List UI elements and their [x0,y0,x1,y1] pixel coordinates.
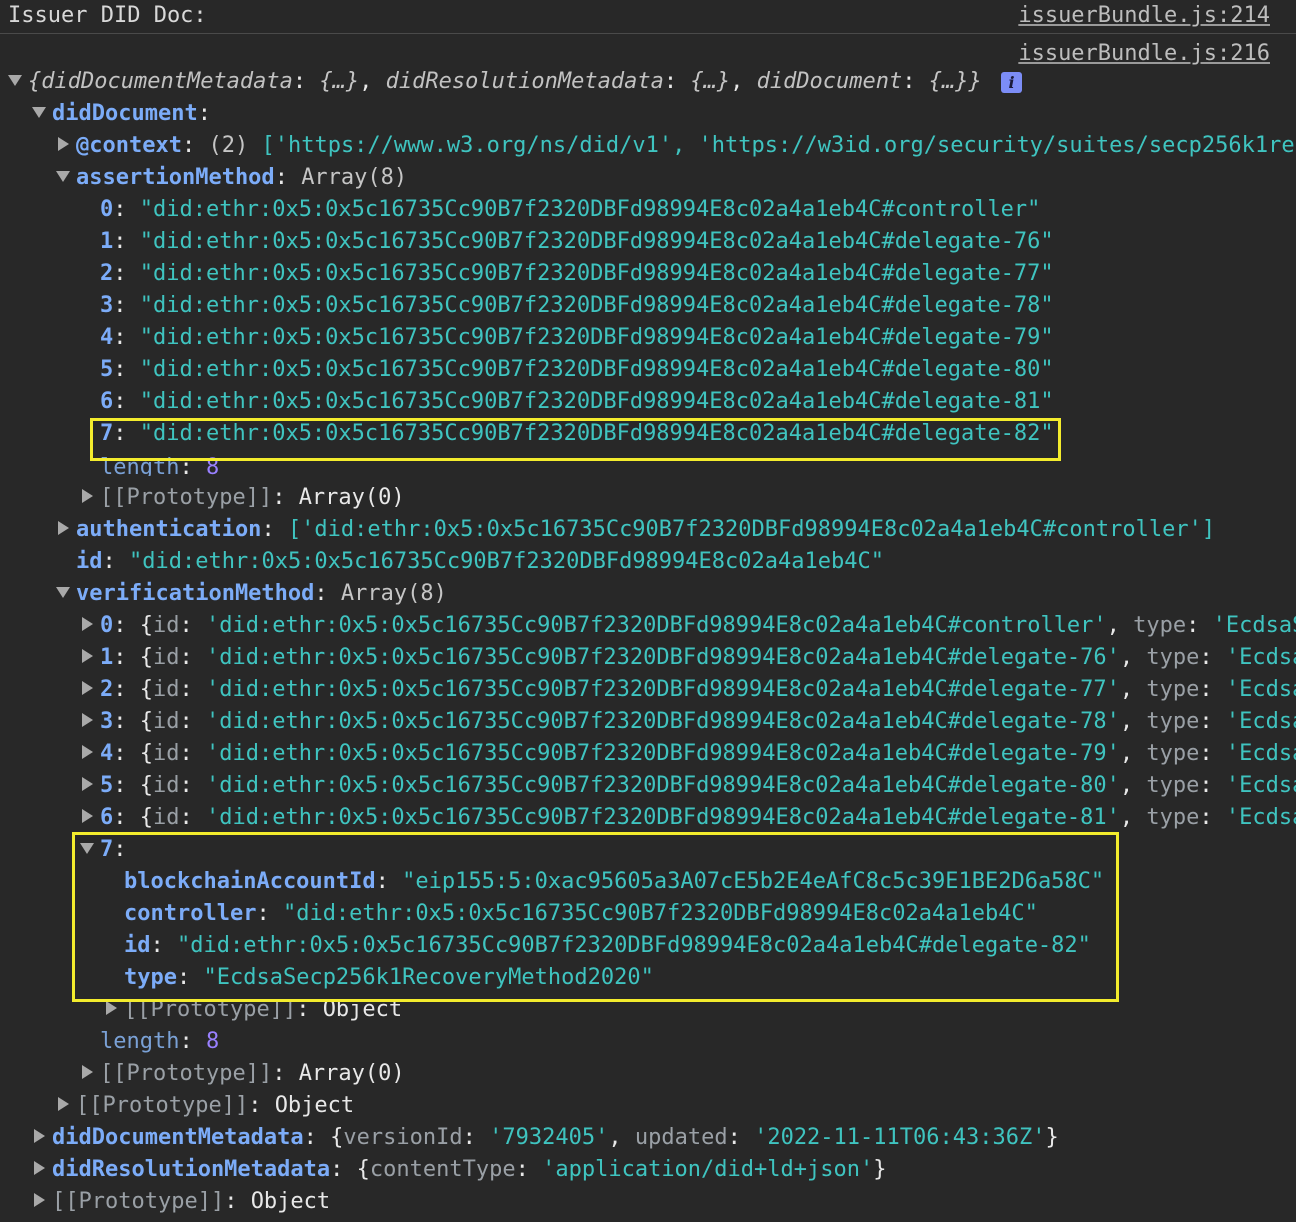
verification-item[interactable]: 2: {id: 'did:ethr:0x5:0x5c16735Cc90B7f23… [0,674,1296,706]
verification-item[interactable]: 6: {id: 'did:ethr:0x5:0x5c16735Cc90B7f23… [0,802,1296,834]
collapse-triangle-icon[interactable] [82,489,93,503]
collapse-triangle-icon[interactable] [82,713,93,727]
expanded-prototype-row[interactable]: [[Prototype]]: Object [0,994,1296,1026]
expand-triangle-icon[interactable] [56,586,70,598]
verification-item[interactable]: 4: {id: 'did:ethr:0x5:0x5c16735Cc90B7f23… [0,738,1296,770]
message-divider [0,33,1296,34]
expand-triangle-icon[interactable] [32,106,46,118]
verification-item-expanded[interactable]: 7: [0,834,1296,866]
collapse-triangle-icon[interactable] [82,777,93,791]
expanded-type-row[interactable]: type: "EcdsaSecp256k1RecoveryMethod2020" [0,962,1296,994]
collapse-triangle-icon[interactable] [82,1065,93,1079]
verification-item[interactable]: 1: {id: 'did:ethr:0x5:0x5c16735Cc90B7f23… [0,642,1296,674]
did-document-metadata-row[interactable]: didDocumentMetadata: {versionId: '793240… [0,1122,1296,1154]
authentication-row[interactable]: authentication: ['did:ethr:0x5:0x5c16735… [0,514,1296,546]
collapse-triangle-icon[interactable] [106,1001,117,1015]
assertion-item[interactable]: 6: "did:ethr:0x5:0x5c16735Cc90B7f2320DBF… [0,386,1296,418]
verification-item[interactable]: 5: {id: 'did:ethr:0x5:0x5c16735Cc90B7f23… [0,770,1296,802]
assertion-item[interactable]: 2: "did:ethr:0x5:0x5c16735Cc90B7f2320DBF… [0,258,1296,290]
collapse-triangle-icon[interactable] [82,617,93,631]
did-document-row[interactable]: didDocument: [0,98,1296,130]
verification-item[interactable]: 3: {id: 'did:ethr:0x5:0x5c16735Cc90B7f23… [0,706,1296,738]
expand-triangle-icon[interactable] [56,170,70,182]
assertion-item[interactable]: 5: "did:ethr:0x5:0x5c16735Cc90B7f2320DBF… [0,354,1296,386]
assertion-item[interactable]: 1: "did:ethr:0x5:0x5c16735Cc90B7f2320DBF… [0,226,1296,258]
root-object-row[interactable]: {didDocumentMetadata: {…}, didResolution… [0,66,1296,98]
verification-method-row[interactable]: verificationMethod: Array(8) [0,578,1296,610]
collapse-triangle-icon[interactable] [82,745,93,759]
did-resolution-metadata-row[interactable]: didResolutionMetadata: {contentType: 'ap… [0,1154,1296,1186]
assertion-method-row[interactable]: assertionMethod: Array(8) [0,162,1296,194]
verification-length-row: length: 8 [100,1029,220,1054]
verification-item[interactable]: 0: {id: 'did:ethr:0x5:0x5c16735Cc90B7f23… [0,610,1296,642]
console-label: Issuer DID Doc: [8,3,207,28]
console-message-header: Issuer DID Doc: issuerBundle.js:214 [0,0,1296,32]
collapse-triangle-icon[interactable] [34,1193,45,1207]
collapse-triangle-icon[interactable] [58,521,69,535]
assertion-prototype-row[interactable]: [[Prototype]]: Array(0) [0,482,1296,514]
blockchain-account-id-row[interactable]: blockchainAccountId: "eip155:5:0xac95605… [0,866,1296,898]
did-document-prototype-row[interactable]: [[Prototype]]: Object [0,1090,1296,1122]
assertion-item[interactable]: 3: "did:ethr:0x5:0x5c16735Cc90B7f2320DBF… [0,290,1296,322]
collapse-triangle-icon[interactable] [34,1129,45,1143]
collapse-triangle-icon[interactable] [58,137,69,151]
expanded-id-row[interactable]: id: "did:ethr:0x5:0x5c16735Cc90B7f2320DB… [0,930,1296,962]
collapse-triangle-icon[interactable] [82,649,93,663]
expand-triangle-icon[interactable] [8,74,22,86]
source-link-214[interactable]: issuerBundle.js:214 [1018,0,1270,32]
context-row[interactable]: @context: (2) ['https://www.w3.org/ns/di… [0,130,1296,162]
root-prototype-row[interactable]: [[Prototype]]: Object [0,1186,1296,1218]
collapse-triangle-icon[interactable] [58,1097,69,1111]
collapse-triangle-icon[interactable] [34,1161,45,1175]
verification-prototype-row[interactable]: [[Prototype]]: Array(0) [0,1058,1296,1090]
id-row[interactable]: id: "did:ethr:0x5:0x5c16735Cc90B7f2320DB… [0,546,1296,578]
collapse-triangle-icon[interactable] [82,681,93,695]
expand-triangle-icon[interactable] [80,842,94,854]
info-icon[interactable]: i [1001,71,1023,93]
assertion-item[interactable]: 4: "did:ethr:0x5:0x5c16735Cc90B7f2320DBF… [0,322,1296,354]
assertion-length-row: length: 8 [100,455,220,476]
assertion-item-highlighted[interactable]: 7: "did:ethr:0x5:0x5c16735Cc90B7f2320DBF… [0,418,1296,450]
collapse-triangle-icon[interactable] [82,809,93,823]
controller-row[interactable]: controller: "did:ethr:0x5:0x5c16735Cc90B… [0,898,1296,930]
assertion-item[interactable]: 0: "did:ethr:0x5:0x5c16735Cc90B7f2320DBF… [0,194,1296,226]
